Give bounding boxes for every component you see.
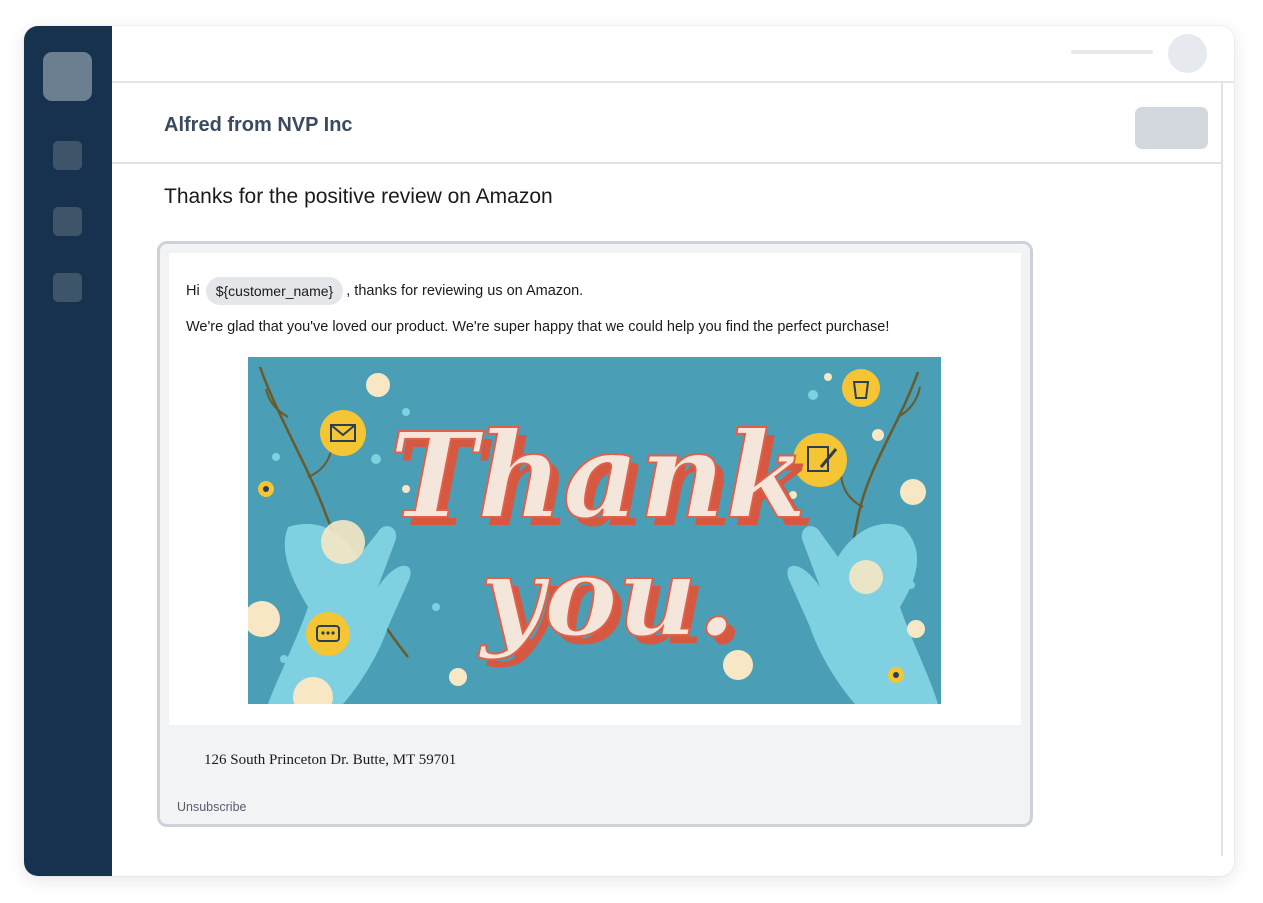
variable-chip[interactable]: ${customer_name} [205,277,344,305]
app-window: Alfred from NVP Inc Thanks for the posit… [24,26,1234,876]
header-action-button[interactable] [1135,107,1208,149]
body-text: We're glad that you've loved our product… [186,319,890,335]
sidebar-item-3[interactable] [53,273,82,302]
sidebar-item-1[interactable] [53,141,82,170]
footer-address: 126 South Princeton Dr. Butte, MT 59701 [204,752,457,768]
sidebar-item-2[interactable] [53,207,82,236]
thank-text: Thank [389,406,807,545]
sender-name: Alfred from NVP Inc [164,114,353,136]
greeting-suffix: , thanks for reviewing us on Amazon. [346,283,584,299]
greeting-prefix: Hi [186,283,200,299]
top-bar-placeholder [1071,50,1153,54]
email-subject: Thanks for the positive review on Amazon [164,185,553,208]
avatar[interactable] [1168,34,1207,73]
top-bar [112,26,1234,83]
greeting-line: Hi ${customer_name} , thanks for reviewi… [186,277,583,305]
app-logo[interactable] [43,52,92,101]
thank-you-image: Thank Thank you. you. [248,357,941,704]
you-text: you. [477,532,736,661]
email-preview: Hi ${customer_name} , thanks for reviewi… [157,241,1033,827]
sidebar [24,26,112,876]
email-header: Alfred from NVP Inc [112,83,1223,164]
unsubscribe-link[interactable]: Unsubscribe [177,800,246,814]
email-body: Hi ${customer_name} , thanks for reviewi… [169,253,1021,725]
divider [1221,83,1223,856]
